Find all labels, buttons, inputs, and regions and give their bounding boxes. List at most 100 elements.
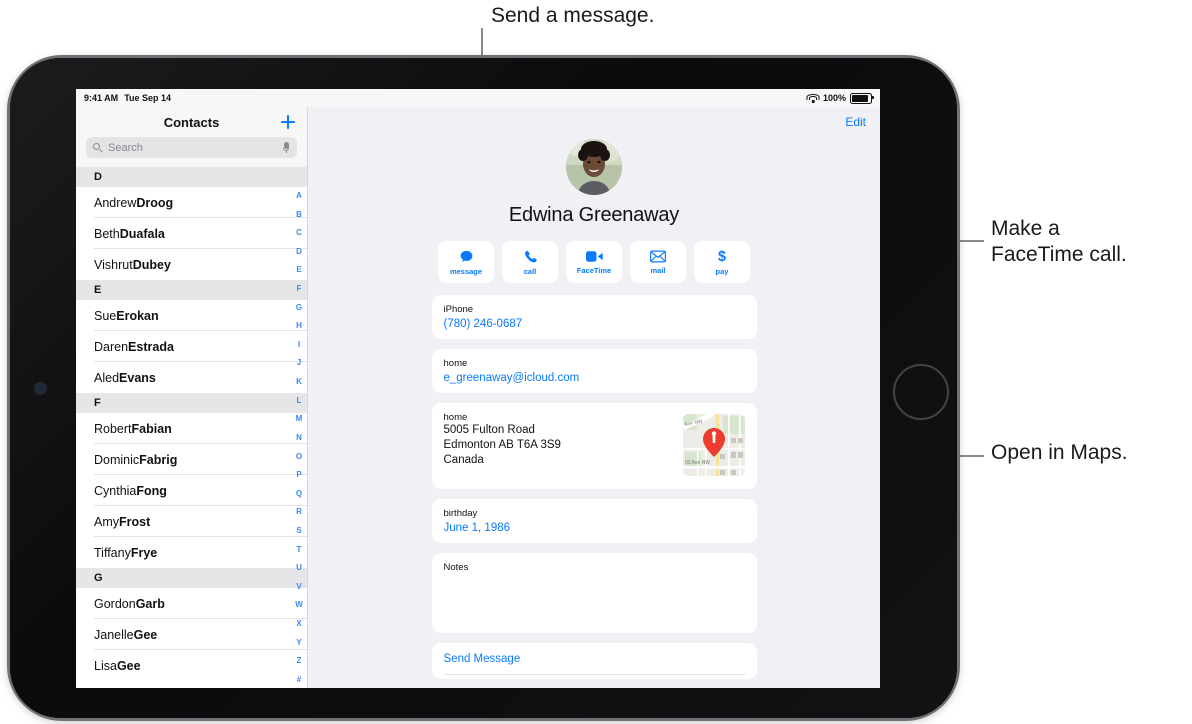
home-button[interactable] — [893, 364, 949, 420]
quick-actions-row: message call FaceTime mail $ pay — [438, 241, 750, 283]
contact-first-name: Daren — [94, 339, 129, 354]
contact-last-name: Fong — [136, 483, 167, 498]
notes-card[interactable]: Notes — [431, 553, 757, 633]
contact-first-name: Vishrut — [94, 257, 133, 272]
dollar-sign-icon: $ — [716, 248, 728, 264]
contact-last-name: Fabrig — [139, 452, 178, 467]
status-bar-right: 100% — [806, 92, 874, 104]
contact-list-item[interactable]: Vishrut Dubey — [76, 249, 307, 280]
action-button-call[interactable]: call — [502, 241, 558, 283]
index-letter[interactable]: U — [296, 564, 302, 572]
action-button-message[interactable]: message — [438, 241, 494, 283]
contact-list-item[interactable]: Andrew Droog — [76, 187, 307, 218]
contact-first-name: Robert — [94, 421, 132, 436]
action-button-pay[interactable]: $ pay — [694, 241, 750, 283]
contact-list-item[interactable]: Janelle Gee — [76, 619, 307, 650]
index-letter[interactable]: K — [296, 378, 302, 386]
video-camera-icon — [585, 250, 603, 263]
alphabet-index-strip[interactable]: A B C D E F G H I J K L M N O P Q R S T U V W X Y Z # — [291, 192, 307, 684]
contact-first-name: Lisa — [94, 658, 117, 673]
section-header: F — [76, 393, 307, 413]
contact-list-item[interactable]: Robert Fabian — [76, 413, 307, 444]
index-letter[interactable]: G — [296, 303, 302, 312]
page-title: Contacts — [163, 114, 220, 130]
contact-list-item[interactable]: Aled Evans — [76, 362, 307, 393]
index-letter[interactable]: J — [297, 359, 301, 367]
contact-detail-pane: Edit Edwina Greenaway message call FaceT… — [308, 107, 880, 688]
status-bar-left: 9:41 AM Tue Sep 14 — [84, 93, 171, 103]
index-letter[interactable]: W — [295, 601, 303, 609]
birthday-value[interactable]: June 1, 1986 — [444, 522, 745, 534]
action-button-facetime[interactable]: FaceTime — [566, 241, 622, 283]
index-letter[interactable]: D — [296, 247, 302, 256]
phone-label: iPhone — [443, 304, 474, 315]
edit-row: Edit — [308, 107, 880, 137]
index-letter[interactable]: T — [297, 545, 302, 554]
index-letter[interactable]: B — [296, 210, 302, 219]
index-letter[interactable]: X — [296, 620, 301, 628]
index-letter[interactable]: O — [296, 452, 302, 461]
contact-list-item[interactable]: Amy Frost — [76, 506, 307, 537]
index-letter[interactable]: C — [296, 229, 302, 237]
index-letter[interactable]: Z — [297, 657, 302, 665]
index-letter[interactable]: # — [297, 675, 301, 684]
index-letter[interactable]: I — [298, 340, 300, 349]
battery-icon — [850, 92, 874, 104]
contact-last-name: Evans — [119, 370, 156, 385]
contact-list-item[interactable]: Tiffany Frye — [76, 537, 307, 568]
search-input[interactable]: Search — [86, 137, 297, 158]
contacts-list[interactable]: D Andrew Droog Beth Duafala Vishrut Dubey E S… — [76, 167, 307, 688]
index-letter[interactable]: S — [296, 526, 301, 535]
edit-button[interactable]: Edit — [845, 115, 866, 129]
index-letter[interactable]: H — [296, 322, 302, 330]
index-letter[interactable]: Q — [296, 489, 302, 498]
callout-make-a-facetime-call: Make a FaceTime call. — [991, 217, 1127, 266]
contact-list-item[interactable]: Dominic Fabrig — [76, 444, 307, 475]
ipad-device-frame: 9:41 AM Tue Sep 14 100% Contacts Search … — [10, 58, 957, 718]
contact-list-item[interactable]: Beth Duafala — [76, 218, 307, 249]
divider — [443, 674, 745, 675]
ipad-screen: 9:41 AM Tue Sep 14 100% Contacts Search … — [76, 89, 880, 688]
index-letter[interactable]: R — [296, 508, 302, 516]
address-card[interactable]: home 5005 Fulton Road Edmonton AB T6A 3S… — [431, 403, 757, 489]
birthday-card[interactable]: birthday June 1, 1986 — [431, 499, 757, 543]
contact-last-name: Fabian — [131, 421, 172, 436]
index-letter[interactable]: A — [296, 192, 302, 200]
index-letter[interactable]: F — [297, 285, 302, 293]
search-placeholder: Search — [108, 141, 143, 154]
map-thumbnail-graphic: Ave NW 03 Ave NW — [682, 414, 745, 476]
index-letter[interactable]: V — [296, 582, 301, 591]
email-card[interactable]: home e_greenaway@icloud.com — [431, 349, 757, 393]
callout-open-in-maps: Open in Maps. — [991, 441, 1128, 464]
sidebar-title-row: Contacts — [76, 107, 307, 137]
action-label: FaceTime — [576, 265, 612, 275]
email-label: home — [443, 358, 468, 369]
send-message-card[interactable]: Send Message — [431, 643, 757, 679]
action-button-mail[interactable]: mail — [630, 241, 686, 283]
index-letter[interactable]: N — [296, 433, 302, 442]
phone-icon — [523, 249, 538, 264]
phone-card[interactable]: iPhone (780) 246-0687 — [431, 295, 757, 339]
search-wrapper: Search — [76, 137, 307, 167]
action-label: mail — [650, 265, 666, 275]
email-value[interactable]: e_greenaway@icloud.com — [444, 372, 745, 384]
index-letter[interactable]: E — [296, 266, 301, 274]
send-message-button[interactable]: Send Message — [444, 653, 745, 665]
contact-list-item[interactable]: Gordon Garb — [76, 588, 307, 619]
index-letter[interactable]: M — [296, 415, 303, 423]
microphone-icon[interactable] — [282, 141, 290, 154]
avatar[interactable] — [566, 139, 622, 195]
contact-list-item[interactable]: Lisa Gee — [76, 650, 307, 681]
map-thumbnail[interactable]: Ave NW 03 Ave NW — [682, 414, 745, 476]
action-label: call — [523, 266, 537, 276]
plus-icon[interactable] — [279, 113, 297, 131]
contact-list-item[interactable]: Sue Erokan — [76, 300, 307, 331]
contact-last-name: Gee — [133, 627, 158, 642]
contact-list-item[interactable]: Daren Estrada — [76, 331, 307, 362]
callout-send-a-message: Send a message. — [491, 4, 655, 27]
index-letter[interactable]: L — [297, 396, 302, 405]
phone-value[interactable]: (780) 246-0687 — [444, 318, 745, 330]
contact-list-item[interactable]: Cynthia Fong — [76, 475, 307, 506]
index-letter[interactable]: Y — [296, 638, 301, 647]
index-letter[interactable]: P — [296, 471, 301, 479]
